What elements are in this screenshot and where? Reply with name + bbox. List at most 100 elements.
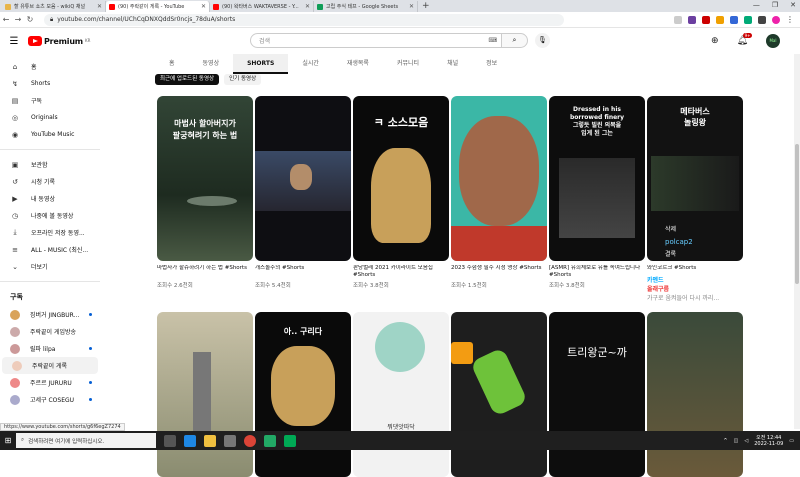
short-card[interactable]: 메타버스 놀링왕 삭제 polcap2 결록 와인코르크 #Shorts 카멘드… bbox=[647, 96, 743, 302]
sidebar-item-music[interactable]: ◉ YouTube Music bbox=[0, 126, 100, 143]
extension-icon[interactable] bbox=[702, 15, 710, 24]
app-icon[interactable] bbox=[284, 434, 296, 447]
short-thumbnail[interactable]: 메타버스 놀링왕 삭제 polcap2 결록 bbox=[647, 96, 743, 261]
short-title[interactable]: 2023 수험생 필수 시청 영상 #Shorts bbox=[451, 265, 547, 279]
tab-about[interactable]: 정보 bbox=[472, 54, 511, 74]
tab-community[interactable]: 커뮤니티 bbox=[383, 54, 433, 74]
tab-channels[interactable]: 채널 bbox=[433, 54, 472, 74]
browser-tab[interactable]: (90) 왁타버스 WAKTAVERSE - Y... ✕ bbox=[210, 1, 314, 12]
voice-search-button[interactable]: 🎙︎ bbox=[535, 33, 550, 48]
new-tab-button[interactable]: + bbox=[422, 1, 430, 12]
sidebar-item-home[interactable]: ⌂ 홈 bbox=[0, 58, 100, 75]
chip-popular[interactable]: 인기 동영상 bbox=[224, 74, 262, 85]
search-input[interactable]: 검색 ⌨ bbox=[250, 33, 502, 48]
short-title[interactable]: 판당벌레 2021 카이라이트 모음집 #Shorts bbox=[353, 265, 449, 279]
short-title[interactable]: 마법사가 할슈하려기 하는 법 #Shorts bbox=[157, 265, 253, 279]
close-icon[interactable]: ✕ bbox=[409, 3, 414, 10]
short-thumbnail[interactable] bbox=[451, 312, 547, 477]
maximize-button[interactable]: ❐ bbox=[772, 1, 778, 9]
short-thumbnail[interactable]: 아.. 구리다 bbox=[255, 312, 351, 477]
reload-icon[interactable]: ↻ bbox=[24, 15, 36, 24]
sidebar-sub-item-active[interactable]: 주락끝이 게록 bbox=[2, 357, 98, 374]
sidebar-item-watch-later[interactable]: ◷ 나중에 볼 동영상 bbox=[0, 207, 100, 224]
short-thumbnail[interactable]: 트리왕군~까 bbox=[549, 312, 645, 477]
short-card[interactable] bbox=[451, 312, 547, 477]
short-card[interactable]: 아.. 구리다 bbox=[255, 312, 351, 477]
extension-icon[interactable] bbox=[716, 15, 724, 24]
task-view-icon[interactable] bbox=[164, 434, 176, 447]
sidebar-item-my-videos[interactable]: ▶ 내 동영상 bbox=[0, 190, 100, 207]
short-thumbnail[interactable]: Dressed in his borrowed finery 그렇듯 빌린 의복… bbox=[549, 96, 645, 261]
search-button[interactable]: ⌕ bbox=[502, 33, 528, 48]
sidebar-item-originals[interactable]: ◎ Originals bbox=[0, 109, 100, 126]
edge-icon[interactable] bbox=[184, 434, 196, 447]
short-thumbnail[interactable] bbox=[647, 312, 743, 477]
app-icon[interactable] bbox=[264, 434, 276, 447]
short-card[interactable]: 개스돌주의 #Shorts 조회수 5.4천회 bbox=[255, 96, 351, 289]
short-title[interactable]: [ASMR] 유희체보로 유를 속여드립니다 #Shorts bbox=[549, 265, 645, 279]
short-card[interactable] bbox=[157, 312, 253, 477]
short-thumbnail[interactable]: 뭐댓앗따닥 bbox=[353, 312, 449, 477]
close-icon[interactable]: ✕ bbox=[201, 3, 206, 10]
kebab-menu-icon[interactable]: ⋮ bbox=[786, 15, 794, 24]
page-scrollbar[interactable] bbox=[794, 54, 800, 429]
scrollbar-thumb[interactable] bbox=[795, 144, 799, 284]
avatar[interactable]: Mal bbox=[766, 34, 780, 48]
keyboard-icon[interactable]: ⌨ bbox=[488, 37, 497, 44]
system-clock[interactable]: 오전 12:44 2022-11-09 bbox=[754, 435, 783, 447]
sidebar-item-history[interactable]: ↺ 시청 기록 bbox=[0, 173, 100, 190]
hamburger-menu-icon[interactable]: ☰ bbox=[0, 36, 28, 47]
profile-icon[interactable] bbox=[772, 15, 780, 24]
forward-arrow-icon[interactable]: → bbox=[12, 15, 24, 24]
browser-tab-active[interactable]: (90) 주락같이 게록 - YouTube ✕ bbox=[106, 1, 210, 12]
network-icon[interactable]: ◫ bbox=[734, 438, 739, 444]
sidebar-item-downloads[interactable]: ⤓ 오프라인 저장 동영... bbox=[0, 224, 100, 241]
sidebar-sub-item[interactable]: 징버거 JINGBUR... bbox=[0, 306, 100, 323]
short-thumbnail[interactable]: ㅋ 소스모음 bbox=[353, 96, 449, 261]
chip-recent[interactable]: 최근에 업로드된 동영상 bbox=[155, 74, 220, 85]
sidebar-sub-item[interactable]: 주르르 JURURU bbox=[0, 374, 100, 391]
volume-icon[interactable]: ◁ bbox=[744, 438, 748, 444]
share-icon[interactable] bbox=[674, 15, 682, 24]
url-field[interactable]: 🔒︎ youtube.com/channel/UChCqDNXQddSr0ncjs… bbox=[44, 13, 564, 26]
taskbar-search-input[interactable]: ⌕ 검색하려면 여기에 입력하십시오. bbox=[16, 433, 156, 448]
extension-icon[interactable] bbox=[688, 15, 696, 24]
extension-icon[interactable] bbox=[744, 15, 752, 24]
sidebar-item-library[interactable]: ▣ 보관함 bbox=[0, 156, 100, 173]
youtube-premium-logo[interactable]: Premium KR bbox=[28, 36, 90, 46]
short-card[interactable]: Dressed in his borrowed finery 그렇듯 빌린 의복… bbox=[549, 96, 645, 289]
store-icon[interactable] bbox=[224, 434, 236, 447]
browser-tab[interactable]: 고립 주식 테프 - Google Sheets ✕ bbox=[314, 1, 418, 12]
close-icon[interactable]: ✕ bbox=[305, 3, 310, 10]
sidebar-sub-item[interactable]: 주락끝이 게임방송 bbox=[0, 323, 100, 340]
short-thumbnail[interactable] bbox=[255, 96, 351, 261]
sidebar-item-shorts[interactable]: ↯ Shorts bbox=[0, 75, 100, 92]
short-card[interactable]: 트리왕군~까 bbox=[549, 312, 645, 477]
minimize-button[interactable]: — bbox=[753, 1, 760, 9]
close-window-button[interactable]: ✕ bbox=[790, 1, 796, 9]
chrome-icon[interactable] bbox=[244, 434, 256, 447]
sidebar-sub-item[interactable]: 고세구 COSEGU bbox=[0, 391, 100, 408]
tab-home[interactable]: 홈 bbox=[155, 54, 189, 74]
tab-playlists[interactable]: 재생목록 bbox=[333, 54, 383, 74]
sidebar-sub-item[interactable]: 릴파 lilpa bbox=[0, 340, 100, 357]
close-icon[interactable]: ✕ bbox=[97, 3, 102, 10]
sidebar-item-more[interactable]: ⌄ 더보기 bbox=[0, 258, 100, 275]
short-thumbnail[interactable] bbox=[157, 312, 253, 477]
short-card[interactable] bbox=[647, 312, 743, 477]
tab-shorts[interactable]: SHORTS bbox=[233, 54, 289, 74]
puzzle-icon[interactable] bbox=[758, 15, 766, 24]
create-video-icon[interactable]: ⊕ bbox=[711, 36, 719, 46]
notifications-icon[interactable]: ▭ bbox=[789, 438, 794, 444]
short-title[interactable]: 개스돌주의 #Shorts bbox=[255, 265, 351, 279]
windows-start-icon[interactable]: ⊞ bbox=[0, 436, 16, 445]
short-card[interactable]: 2023 수험생 필수 시청 영상 #Shorts 조회수 1.5천회 bbox=[451, 96, 547, 289]
tab-videos[interactable]: 동영상 bbox=[189, 54, 234, 74]
short-card[interactable]: 마법사 할아버지가 팔궁혀려기 하는 법 마법사가 할슈하려기 하는 법 #Sh… bbox=[157, 96, 253, 289]
file-explorer-icon[interactable] bbox=[204, 434, 216, 447]
notifications-bell-icon[interactable]: 🔔︎ 9+ bbox=[737, 33, 753, 46]
back-arrow-icon[interactable]: ← bbox=[0, 15, 12, 24]
chevron-up-icon[interactable]: ^ bbox=[723, 438, 727, 444]
browser-tab[interactable]: 할 유튜브 쇼츠 모음 - wikiQ 채널 ✕ bbox=[2, 1, 106, 12]
sidebar-item-playlist[interactable]: ≡ ALL - MUSIC (최신... bbox=[0, 241, 100, 258]
